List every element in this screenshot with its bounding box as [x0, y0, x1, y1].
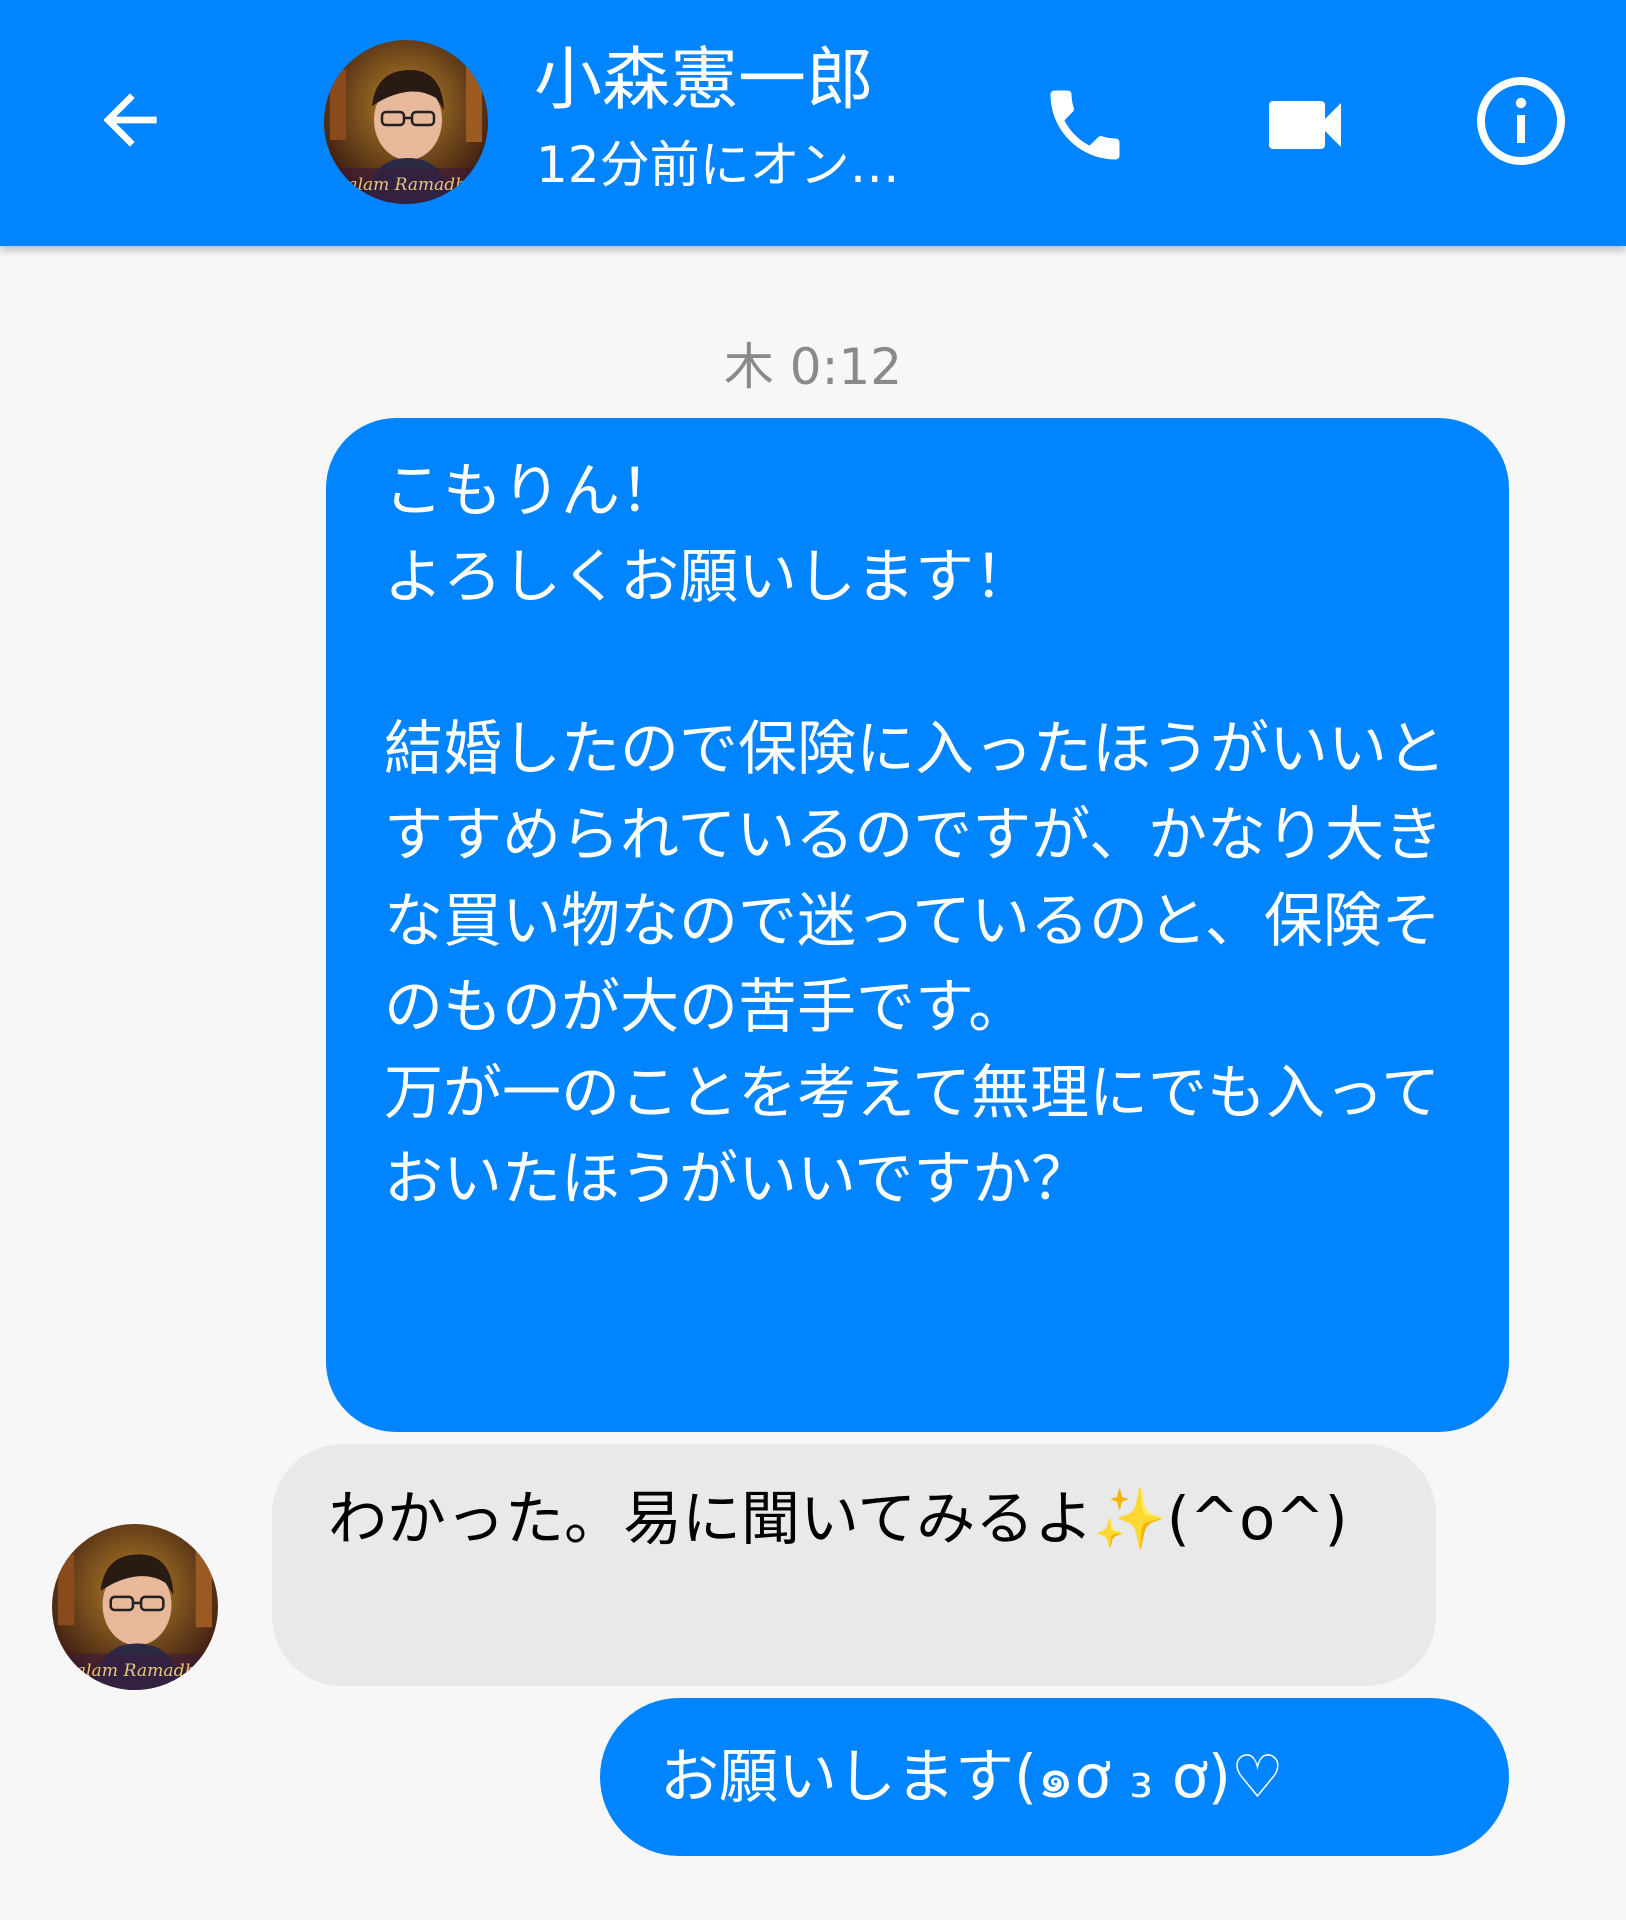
- phone-icon: [1050, 90, 1120, 160]
- outgoing-message-bubble[interactable]: こもりん！ よろしくお願いします！ 結婚したので保険に入ったほうがいいとすすめら…: [326, 418, 1509, 1432]
- incoming-message-bubble[interactable]: わかった。易に聞いてみるよ✨(^o^): [272, 1444, 1436, 1686]
- call-button[interactable]: [1020, 60, 1150, 190]
- avatar-caption: Salam Ramadha: [64, 1661, 206, 1681]
- avatar-photo: Salam Ramadha: [324, 40, 488, 204]
- back-button[interactable]: [70, 60, 190, 180]
- video-camera-icon: [1269, 101, 1341, 149]
- sender-avatar[interactable]: Salam Ramadha: [52, 1524, 218, 1690]
- info-button[interactable]: [1456, 56, 1586, 186]
- info-icon: [1477, 77, 1565, 165]
- contact-avatar[interactable]: Salam Ramadha: [324, 40, 488, 204]
- message-timestamp: 木 0:12: [723, 338, 903, 396]
- avatar-photo: Salam Ramadha: [52, 1524, 218, 1690]
- avatar-caption: Salam Ramadha: [336, 175, 476, 195]
- video-call-button[interactable]: [1240, 60, 1370, 190]
- contact-status: 12分前にオン…: [536, 136, 900, 194]
- arrow-left-icon: [103, 93, 157, 147]
- contact-name[interactable]: 小森憲一郎: [534, 36, 874, 126]
- conversation-header: Salam Ramadha 小森憲一郎 12分前にオン…: [0, 0, 1626, 246]
- outgoing-message-bubble[interactable]: お願いします(๑ơ ₃ ơ)♡: [600, 1698, 1509, 1856]
